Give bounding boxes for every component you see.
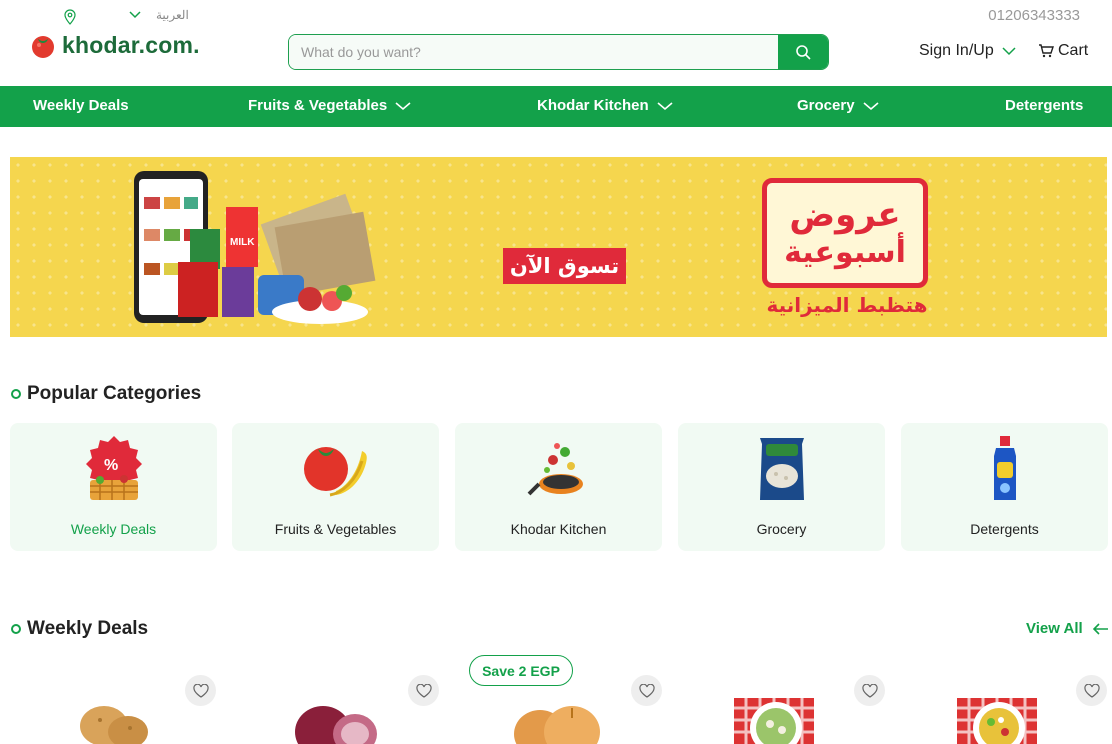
view-all-label: View All — [1026, 620, 1083, 637]
category-card-detergents[interactable]: Detergents — [901, 423, 1108, 551]
favorite-button[interactable] — [631, 675, 662, 706]
cart-label: Cart — [1058, 42, 1089, 59]
category-label: Grocery — [756, 521, 807, 537]
nav-item-fruits-vegetables[interactable]: Fruits & Vegetables — [248, 97, 411, 114]
nav-item-grocery[interactable]: Grocery — [797, 97, 879, 114]
nav-item-detergents[interactable]: Detergents — [1005, 97, 1083, 114]
circle-bullet-icon — [11, 389, 21, 399]
heart-icon — [861, 683, 878, 698]
cart-icon — [1039, 44, 1054, 58]
cooking-pan-icon — [527, 443, 583, 496]
nav-item-label: Weekly Deals — [33, 97, 129, 114]
section-title: Weekly Deals — [27, 618, 149, 639]
category-card-weekly-deals[interactable]: % Weekly Deals — [10, 423, 217, 551]
onion-image[interactable] — [510, 692, 600, 744]
shop-now-button[interactable]: تسوق الآن — [503, 248, 626, 284]
category-card-fruits-vegetables[interactable]: Fruits & Vegetables — [232, 423, 439, 551]
nav-item-khodar-kitchen[interactable]: Khodar Kitchen — [537, 97, 673, 114]
favorite-button[interactable] — [1076, 675, 1107, 706]
signin-label: Sign In/Up — [919, 42, 994, 59]
search-bar — [288, 34, 829, 70]
chevron-down-icon — [395, 101, 411, 110]
weekly-offers-badge: عروض أسبوعية — [762, 178, 928, 288]
favorite-button[interactable] — [185, 675, 216, 706]
category-label: Detergents — [970, 521, 1039, 537]
phone-number: 01206343333 — [988, 7, 1080, 24]
popular-categories-heading: Popular Categories — [11, 383, 201, 405]
fruits-vegetables-icon — [303, 447, 367, 497]
search-button[interactable] — [778, 35, 828, 69]
offer-title-line2: أسبوعية — [784, 235, 906, 270]
detergent-bottle-icon — [993, 436, 1016, 500]
offer-title-line1: عروض — [789, 195, 901, 235]
heart-icon — [415, 683, 432, 698]
favorite-button[interactable] — [408, 675, 439, 706]
tomato-logo-icon — [32, 35, 54, 58]
language-switch[interactable]: العربية — [156, 8, 189, 22]
view-all-link[interactable]: View All — [1026, 620, 1109, 637]
heart-icon — [1083, 683, 1100, 698]
mixed-salad-image[interactable] — [957, 692, 1047, 744]
heart-icon — [192, 683, 209, 698]
top-header: العربية 01206343333 khodar.com. Sign In/… — [0, 0, 1112, 86]
section-title: Popular Categories — [27, 383, 202, 404]
logo[interactable]: khodar.com. — [30, 32, 200, 59]
nav-item-weekly-deals[interactable]: Weekly Deals — [33, 97, 129, 114]
category-card-khodar-kitchen[interactable]: Khodar Kitchen — [455, 423, 662, 551]
svg-text:%: % — [104, 457, 118, 474]
circle-bullet-icon — [11, 624, 21, 634]
red-onion-image[interactable] — [289, 692, 379, 744]
banner-groceries-illustration: MILK — [134, 171, 376, 324]
category-card-grocery[interactable]: Grocery — [678, 423, 885, 551]
search-icon — [796, 45, 811, 60]
category-label: Weekly Deals — [70, 521, 157, 537]
heart-icon — [638, 683, 655, 698]
chevron-down-icon[interactable] — [128, 9, 142, 21]
nav-item-label: Detergents — [1005, 97, 1084, 114]
arrow-left-icon — [1092, 622, 1108, 635]
milk-label: MILK — [230, 237, 255, 248]
rice-bag-icon — [759, 438, 804, 500]
favorite-button[interactable] — [854, 675, 885, 706]
discount-basket-icon: % — [85, 436, 142, 500]
signin-button[interactable]: Sign In/Up — [919, 42, 1016, 60]
save-badge: Save 2 EGP — [469, 655, 573, 686]
nav-item-label: Fruits & Vegetables — [248, 97, 388, 114]
location-pin-icon[interactable] — [63, 9, 77, 25]
offer-subtitle: هتظبط الميزانية — [766, 293, 928, 317]
main-nav: Weekly Deals Fruits & Vegetables Khodar … — [0, 86, 1112, 127]
logo-text: khodar.com. — [62, 32, 200, 58]
chevron-down-icon — [1002, 47, 1016, 56]
cart-button[interactable]: Cart — [1038, 42, 1088, 60]
weekly-deals-heading: Weekly Deals — [11, 618, 148, 640]
salad-bowl-image[interactable] — [734, 692, 824, 744]
category-label: Fruits & Vegetables — [274, 521, 397, 537]
nav-item-label: Khodar Kitchen — [537, 97, 649, 114]
chevron-down-icon — [657, 101, 673, 110]
potatoes-image[interactable] — [70, 692, 160, 744]
search-input[interactable] — [289, 35, 778, 69]
chevron-down-icon — [863, 101, 879, 110]
nav-item-label: Grocery — [797, 97, 855, 114]
promo-banner[interactable]: MILK تسوق الآن عروض أسبوعية هتظبط الميزا… — [10, 157, 1107, 337]
category-label: Khodar Kitchen — [510, 521, 607, 537]
